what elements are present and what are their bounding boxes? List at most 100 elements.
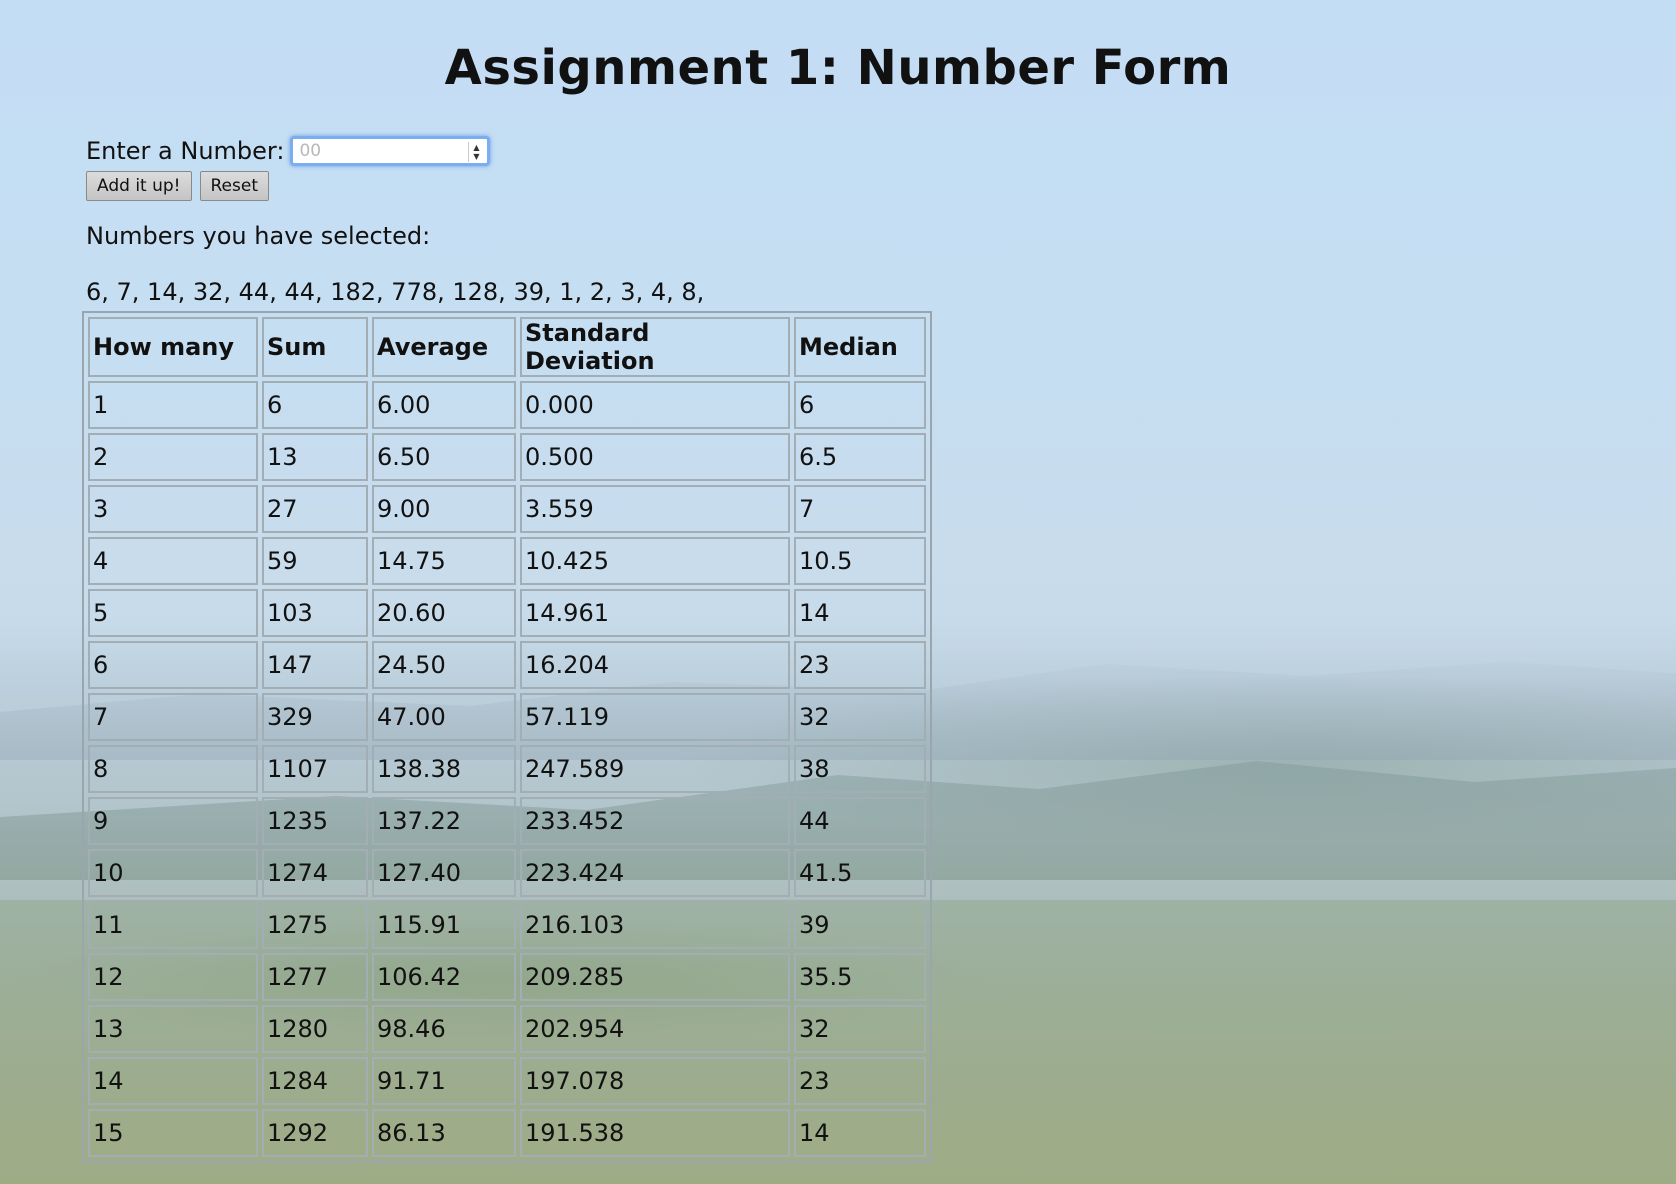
cell-how-many: 5 bbox=[88, 589, 258, 637]
table-row: 15 1292 86.13 191.538 14 bbox=[88, 1109, 926, 1157]
cell-median: 41.5 bbox=[794, 849, 926, 897]
cell-how-many: 15 bbox=[88, 1109, 258, 1157]
table-row: 1 6 6.00 0.000 6 bbox=[88, 381, 926, 429]
cell-standard-deviation: 0.500 bbox=[520, 433, 790, 481]
cell-median: 14 bbox=[794, 1109, 926, 1157]
table-row: 8 1107 138.38 247.589 38 bbox=[88, 745, 926, 793]
cell-median: 32 bbox=[794, 693, 926, 741]
cell-average: 24.50 bbox=[372, 641, 516, 689]
table-row: 7 329 47.00 57.119 32 bbox=[88, 693, 926, 741]
header-average: Average bbox=[372, 317, 516, 377]
form-buttons: Add it up! Reset bbox=[86, 171, 269, 201]
cell-median: 23 bbox=[794, 1057, 926, 1105]
cell-median: 23 bbox=[794, 641, 926, 689]
number-input-wrapper[interactable]: ▲ ▼ bbox=[290, 136, 491, 166]
number-spinner-icon[interactable]: ▲ ▼ bbox=[468, 142, 483, 162]
cell-standard-deviation: 197.078 bbox=[520, 1057, 790, 1105]
cell-average: 9.00 bbox=[372, 485, 516, 533]
number-input[interactable] bbox=[293, 140, 476, 162]
cell-how-many: 3 bbox=[88, 485, 258, 533]
header-sum: Sum bbox=[262, 317, 368, 377]
cell-how-many: 14 bbox=[88, 1057, 258, 1105]
table-row: 13 1280 98.46 202.954 32 bbox=[88, 1005, 926, 1053]
cell-average: 106.42 bbox=[372, 953, 516, 1001]
cell-median: 38 bbox=[794, 745, 926, 793]
cell-median: 10.5 bbox=[794, 537, 926, 585]
cell-average: 138.38 bbox=[372, 745, 516, 793]
cell-how-many: 9 bbox=[88, 797, 258, 845]
cell-average: 127.40 bbox=[372, 849, 516, 897]
cell-sum: 13 bbox=[262, 433, 368, 481]
cell-how-many: 7 bbox=[88, 693, 258, 741]
page-title: Assignment 1: Number Form bbox=[444, 40, 1232, 96]
cell-sum: 103 bbox=[262, 589, 368, 637]
cell-average: 47.00 bbox=[372, 693, 516, 741]
cell-sum: 1284 bbox=[262, 1057, 368, 1105]
table-row: 4 59 14.75 10.425 10.5 bbox=[88, 537, 926, 585]
cell-median: 6.5 bbox=[794, 433, 926, 481]
cell-standard-deviation: 216.103 bbox=[520, 901, 790, 949]
cell-sum: 147 bbox=[262, 641, 368, 689]
stats-table: How many Sum Average Standard Deviation … bbox=[82, 311, 932, 1163]
cell-standard-deviation: 16.204 bbox=[520, 641, 790, 689]
add-it-up-button[interactable]: Add it up! bbox=[86, 171, 192, 201]
reset-button[interactable]: Reset bbox=[199, 171, 269, 201]
cell-average: 91.71 bbox=[372, 1057, 516, 1105]
cell-average: 6.00 bbox=[372, 381, 516, 429]
cell-standard-deviation: 247.589 bbox=[520, 745, 790, 793]
header-how-many: How many bbox=[88, 317, 258, 377]
cell-average: 115.91 bbox=[372, 901, 516, 949]
cell-standard-deviation: 57.119 bbox=[520, 693, 790, 741]
cell-median: 32 bbox=[794, 1005, 926, 1053]
cell-standard-deviation: 209.285 bbox=[520, 953, 790, 1001]
cell-sum: 59 bbox=[262, 537, 368, 585]
cell-average: 86.13 bbox=[372, 1109, 516, 1157]
cell-how-many: 4 bbox=[88, 537, 258, 585]
cell-average: 14.75 bbox=[372, 537, 516, 585]
spinner-up-icon[interactable]: ▲ bbox=[473, 143, 479, 152]
selected-numbers-list: 6, 7, 14, 32, 44, 44, 182, 778, 128, 39,… bbox=[86, 278, 705, 306]
stats-table-body: 1 6 6.00 0.000 6 2 13 6.50 0.500 6.5 3 27 9.00 3.559 7… bbox=[88, 381, 926, 1157]
cell-median: 35.5 bbox=[794, 953, 926, 1001]
cell-how-many: 13 bbox=[88, 1005, 258, 1053]
cell-sum: 6 bbox=[262, 381, 368, 429]
cell-sum: 329 bbox=[262, 693, 368, 741]
cell-sum: 1275 bbox=[262, 901, 368, 949]
cell-median: 39 bbox=[794, 901, 926, 949]
cell-average: 20.60 bbox=[372, 589, 516, 637]
cell-how-many: 2 bbox=[88, 433, 258, 481]
cell-standard-deviation: 233.452 bbox=[520, 797, 790, 845]
spinner-down-icon[interactable]: ▼ bbox=[473, 152, 479, 161]
number-form: Enter a Number: ▲ ▼ bbox=[86, 136, 491, 166]
cell-median: 7 bbox=[794, 485, 926, 533]
cell-median: 6 bbox=[794, 381, 926, 429]
cell-standard-deviation: 223.424 bbox=[520, 849, 790, 897]
cell-sum: 1107 bbox=[262, 745, 368, 793]
cell-how-many: 1 bbox=[88, 381, 258, 429]
table-row: 10 1274 127.40 223.424 41.5 bbox=[88, 849, 926, 897]
table-row: 12 1277 106.42 209.285 35.5 bbox=[88, 953, 926, 1001]
cell-how-many: 8 bbox=[88, 745, 258, 793]
number-field-label: Enter a Number: bbox=[86, 137, 285, 165]
cell-sum: 1292 bbox=[262, 1109, 368, 1157]
header-median: Median bbox=[794, 317, 926, 377]
cell-median: 44 bbox=[794, 797, 926, 845]
cell-standard-deviation: 14.961 bbox=[520, 589, 790, 637]
cell-standard-deviation: 10.425 bbox=[520, 537, 790, 585]
cell-how-many: 10 bbox=[88, 849, 258, 897]
table-row: 5 103 20.60 14.961 14 bbox=[88, 589, 926, 637]
cell-standard-deviation: 191.538 bbox=[520, 1109, 790, 1157]
table-row: 3 27 9.00 3.559 7 bbox=[88, 485, 926, 533]
selected-numbers-label: Numbers you have selected: bbox=[86, 222, 431, 250]
cell-standard-deviation: 0.000 bbox=[520, 381, 790, 429]
cell-standard-deviation: 3.559 bbox=[520, 485, 790, 533]
cell-how-many: 11 bbox=[88, 901, 258, 949]
cell-median: 14 bbox=[794, 589, 926, 637]
cell-sum: 27 bbox=[262, 485, 368, 533]
cell-average: 137.22 bbox=[372, 797, 516, 845]
table-row: 6 147 24.50 16.204 23 bbox=[88, 641, 926, 689]
cell-average: 6.50 bbox=[372, 433, 516, 481]
header-standard-deviation: Standard Deviation bbox=[520, 317, 790, 377]
table-row: 9 1235 137.22 233.452 44 bbox=[88, 797, 926, 845]
table-row: 2 13 6.50 0.500 6.5 bbox=[88, 433, 926, 481]
